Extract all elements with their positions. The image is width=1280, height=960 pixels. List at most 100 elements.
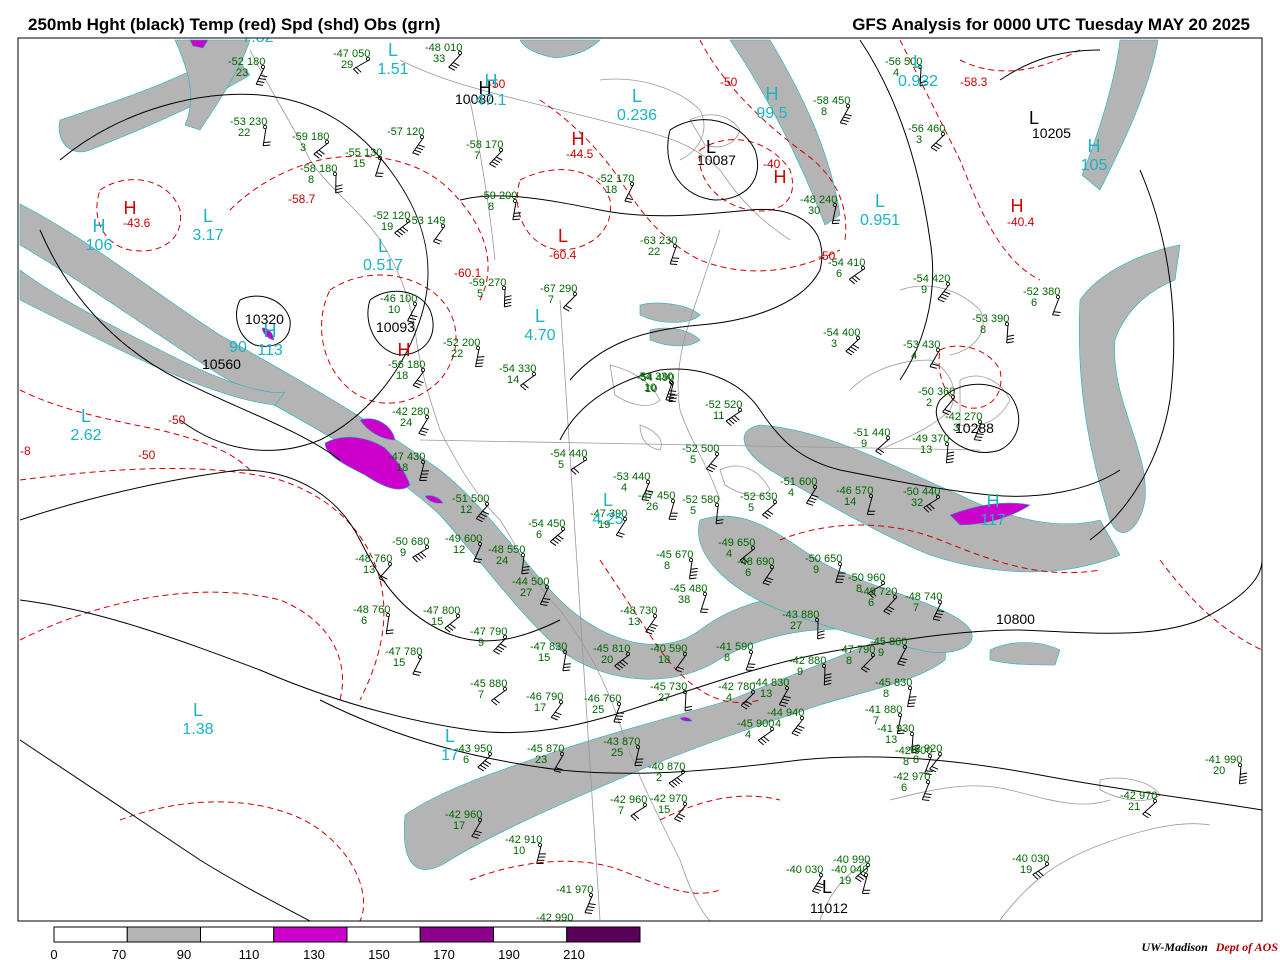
station-obs-dewpoint: 30 [808,205,820,217]
colorbar-tick-label: 210 [563,947,585,960]
station-obs-dewpoint: 17 [534,702,546,714]
station-obs-dewpoint: 19 [1020,864,1032,876]
station-obs-values: -57 120 [387,126,424,138]
station-obs-dewpoint: 6 [361,615,367,627]
speed-center-letter: H [1088,136,1101,156]
speed-center: L7.82 [242,38,273,46]
station-obs-values: -53 430 [903,339,940,351]
station-obs-dewpoint: 18 [658,654,670,666]
station-obs-values: -52 580 [682,494,719,506]
station-obs-dewpoint: 3 [300,142,306,154]
station-obs-values: -44 940 [767,707,804,719]
station-obs-dewpoint: 13 [363,564,375,576]
station-obs-dewpoint: 11 [713,410,724,422]
station-obs-values: -47 790 [470,626,507,638]
station-obs-dewpoint: 5 [690,454,696,466]
credit-line: UW-Madison Dept of AOS [1142,940,1278,955]
speed-center-letter: L [81,406,91,426]
station-obs-dewpoint: 3 [831,338,837,350]
station-obs-dewpoint: 7 [548,294,554,306]
station-obs-values: -41 970 [556,884,593,896]
station-obs-values: -54 440 [550,448,587,460]
station-obs-dewpoint: 8 [308,174,314,186]
speed-center-letter: L [913,52,923,72]
speed-center-letter: H [264,321,277,341]
station-obs-dewpoint: 8 [846,655,852,667]
station-obs-dewpoint: 6 [463,754,469,766]
speed-center-letter: L [632,86,642,106]
station-obs-values: -45 860 [870,636,907,648]
wind-barb-flag [668,393,676,395]
station-obs-dewpoint: 8 [488,201,494,213]
station-obs-values: -52 630 [740,491,777,503]
station-obs-dewpoint: 6 [745,567,751,579]
wind-barb-flag [614,718,622,720]
height-contour-label: 11012 [810,900,848,916]
station-obs-dewpoint: 9 [861,438,867,450]
colorbar-segment [419,926,494,943]
station-obs-dewpoint: 23 [535,754,547,766]
station-obs-dewpoint: 7 [478,689,484,701]
speed-center-letter: L [535,306,545,326]
station-obs-dewpoint: 5 [748,502,754,514]
station-obs-dewpoint: 22 [451,348,463,360]
station-obs-dewpoint: 10 [513,845,525,857]
station-obs-dewpoint: 22 [238,127,250,139]
station-obs-values: -58 170 [466,139,503,151]
station-obs-values: -49 650 [718,537,755,549]
station-obs-dewpoint: 32 [911,497,923,509]
colorbar-tick-label: 190 [498,947,520,960]
station-obs-dewpoint: 15 [431,616,443,628]
speed-center-value: 4.70 [524,327,555,344]
credit-dept: Dept of AOS [1215,940,1278,954]
speed-center-letter: H [485,71,498,91]
wind-barb-flag [613,721,621,724]
temperature-contour-label: -43.6 [123,216,151,230]
station-obs-values: -42 880 [789,655,826,667]
station-obs-values: -58 180 [300,163,337,175]
speed-center-value: 0.932 [898,73,938,90]
speed-center-letter: L [193,700,203,720]
station-obs-values: -53 390 [972,313,1009,325]
station-obs-values: -54 400 [823,327,860,339]
station-obs-values: -45 670 [656,549,693,561]
speed-center-value: 0.951 [860,212,900,229]
station-obs-dewpoint: 5 [690,505,696,517]
station-obs-dewpoint: 23 [236,67,248,79]
station-obs-values: -48 760 [353,604,390,616]
station-obs-values: -45 900 [737,718,774,730]
speed-center-value: 17 [441,747,459,764]
station-obs-dewpoint: 6 [836,268,842,280]
station-obs: -41 970 [556,884,593,898]
speed-center-letter: H [987,491,1000,511]
height-center-letter: H [572,129,585,149]
temperature-contour-label: -50 [168,413,186,427]
speed-center-letter: L [603,490,613,510]
height-center-letter: L [706,137,716,157]
station-obs-dewpoint: 8 [883,688,889,700]
station-obs-dewpoint: 13 [920,444,932,456]
station-obs-dewpoint: 7 [618,805,624,817]
station-obs-dewpoint: 26 [646,501,658,513]
station-obs-dewpoint: 13 [885,734,897,746]
colorbar-segment [273,926,348,943]
station-obs-values: -42 780 [718,681,755,693]
station-obs-dewpoint: 13 [760,688,772,700]
speed-center-value: 0.236 [617,107,657,124]
station-obs-values: -41 880 [865,704,902,716]
speed-center-value: 4.25 [592,511,623,528]
station-obs-values: -52 380 [1023,286,1060,298]
station-obs-values: -40 030 [786,864,823,876]
speed-center-value: 1.51 [377,61,408,78]
wind-barb-flag [563,666,571,669]
temperature-contour-label: -60.1 [454,266,482,280]
station-obs-values: -45 830 [875,677,912,689]
station-obs-dewpoint: 13 [628,616,640,628]
station-obs-dewpoint: 18 [605,184,617,196]
station-obs-values: -43 950 [455,743,492,755]
station-obs-dewpoint: 27 [790,620,802,632]
colorbar-segment [566,926,641,943]
station-obs-dewpoint: 25 [611,747,623,759]
colorbar-tick-label: 110 [239,947,260,960]
station-obs-dewpoint: 14 [507,374,519,386]
